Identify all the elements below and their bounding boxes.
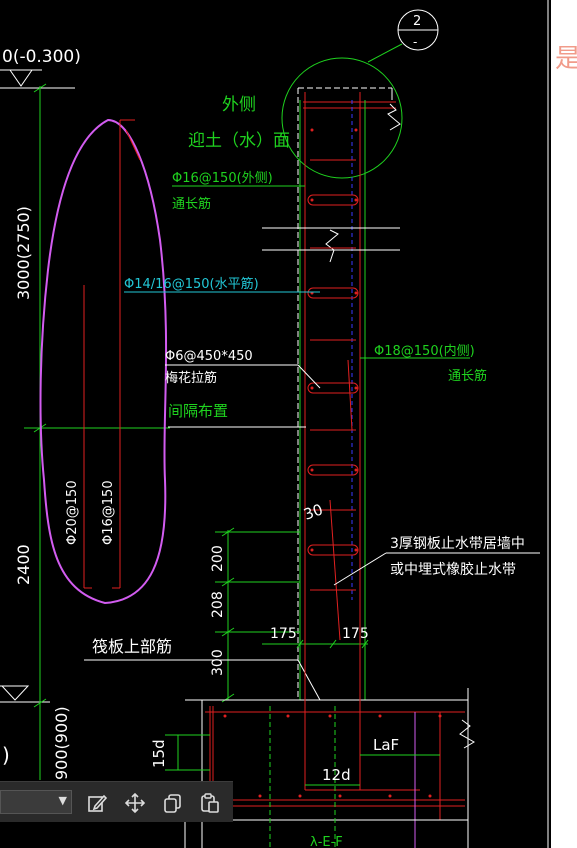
dim-laf: LaF	[373, 736, 399, 754]
footing-dimensions: 200 208 300 175 175	[210, 527, 369, 703]
dim-175-left: 175	[270, 626, 297, 642]
waterstop-line2: 或中埋式橡胶止水带	[390, 561, 516, 578]
label-raft-rebar: 筏板上部筋	[92, 637, 172, 656]
bar-a-label: Φ20@150	[65, 480, 80, 545]
raft-label: 筏板上部筋	[84, 637, 321, 701]
label-rebar-outer-note: 通长筋	[172, 196, 211, 212]
elevation-top-label: 0(-0.300)	[2, 47, 81, 67]
label-rebar-inner-note: 通长筋	[448, 368, 487, 384]
dim-175-right: 175	[342, 626, 369, 642]
label-rebar-outer: Φ16@150(外侧)	[172, 171, 273, 186]
label-tie-bar-name: 梅花拉筋	[165, 370, 217, 386]
dim-bottom: λ-E-F	[310, 835, 343, 848]
dim-12d: 12d	[322, 766, 351, 784]
floating-toolbar: ▼	[0, 781, 233, 822]
dim-height-3: 900(900)	[52, 706, 71, 780]
chevron-down-icon: ▼	[58, 794, 67, 807]
side-panel-glyph: 是	[555, 44, 577, 74]
detail-ref-sheet: -	[413, 35, 417, 49]
dim-208: 208	[210, 591, 226, 618]
edit-icon	[88, 794, 108, 812]
dim-height-1: 3000(2750)	[14, 206, 33, 300]
move-icon	[124, 792, 146, 814]
dim-height-2: 2400	[14, 544, 33, 585]
cad-drawing: 0(-0.300) ) 3000(2750) 2400 900(900) Φ20…	[0, 0, 549, 848]
label-soil-face: 迎土（水）面	[188, 131, 290, 151]
elevation-bottom-marker: )	[0, 685, 50, 767]
label-rebar-horizontal: Φ14/16@150(水平筋)	[124, 276, 259, 292]
label-outer-side: 外侧	[222, 95, 256, 115]
wall-labels: 外侧 迎土（水）面 Φ16@150(外侧) 通长筋 Φ14/16@150(水平筋…	[124, 95, 487, 428]
dim-15d: 15d	[150, 739, 168, 768]
copy-button[interactable]	[160, 790, 186, 816]
elevation-bottom-label: )	[2, 743, 10, 767]
elevation-top-marker: 0(-0.300)	[0, 47, 81, 89]
inner-bars: Φ20@150 Φ16@150	[65, 119, 141, 589]
dim-200: 200	[210, 545, 226, 572]
label-tie-bar-note: 间隔布置	[168, 402, 228, 420]
layer-select[interactable]: ▼	[0, 790, 72, 814]
label-tie-bar: Φ6@450*450	[165, 349, 253, 364]
edit-button[interactable]	[84, 790, 110, 816]
detail-ref-number: 2	[413, 14, 421, 29]
paste-button[interactable]	[197, 790, 223, 816]
copy-icon	[164, 794, 181, 813]
side-panel: 是	[551, 0, 577, 848]
move-button[interactable]	[122, 790, 148, 816]
dim-300: 300	[210, 649, 226, 676]
left-dimension: 3000(2750) 2400 900(900)	[14, 83, 170, 780]
paste-icon	[201, 793, 219, 813]
bar-b-label: Φ16@150	[101, 480, 116, 545]
waterstop-line1: 3厚钢板止水带居墙中	[390, 536, 525, 552]
label-rebar-inner: Φ18@150(内侧)	[374, 343, 475, 359]
wall-section: 30	[262, 87, 401, 700]
